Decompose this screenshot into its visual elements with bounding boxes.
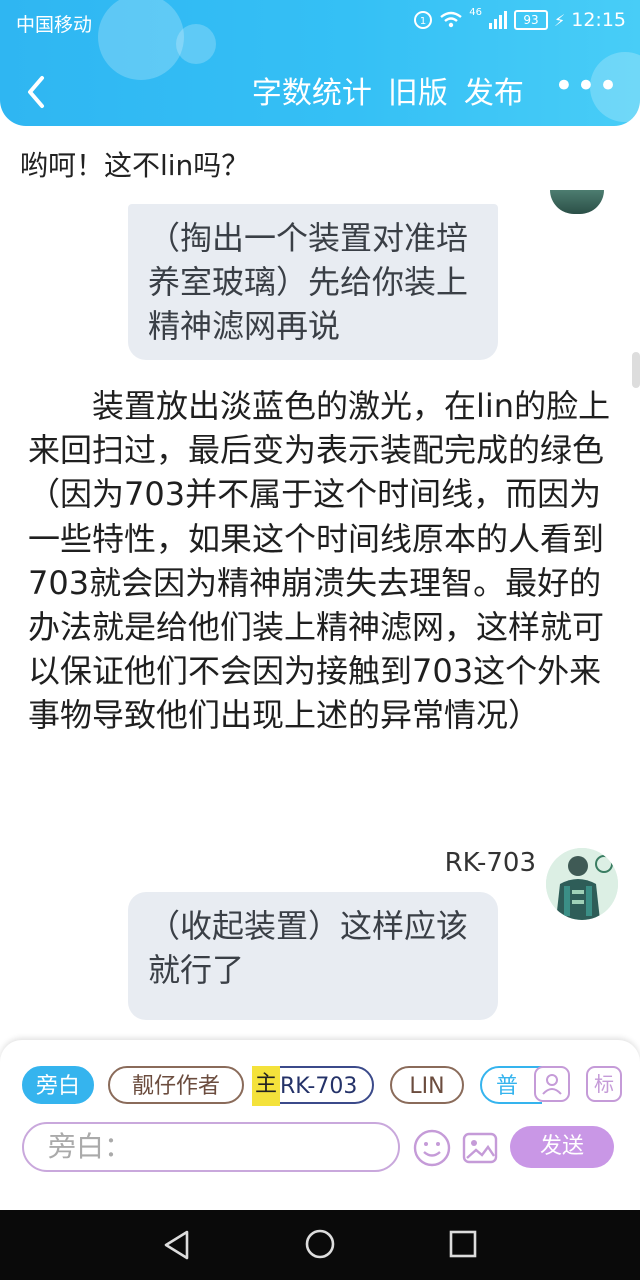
chat-line: 哟呵！这不lin吗？	[20, 149, 250, 182]
recent-square-icon[interactable]	[449, 1230, 477, 1258]
role-manage-button[interactable]	[534, 1066, 570, 1102]
network-type: 46	[469, 6, 482, 18]
role-chip-narration[interactable]: 旁白	[22, 1066, 94, 1104]
app-header: 中国移动 1 46 93 ⚡ 12:15 字数统计 旧版 发布 •••	[0, 0, 640, 126]
role-selector: 旁白 靓仔作者 主 RK-703 LIN 普	[22, 1066, 542, 1108]
role-chip-lin[interactable]: LIN	[390, 1066, 464, 1104]
narration-text: 装置放出淡蓝色的激光，在lin的脸上来回扫过，最后变为表示装配完成的绿色（因为7…	[28, 387, 611, 735]
emoji-icon[interactable]	[412, 1128, 452, 1168]
status-icons: 1 46 93 ⚡ 12:15	[413, 6, 626, 31]
system-navigation-bar	[0, 1210, 640, 1280]
carrier-name: 中国移动	[16, 14, 93, 36]
hd-call-icon: 1	[414, 11, 433, 29]
character-portrait	[546, 848, 618, 920]
role-chip-label: RK-703	[280, 1074, 358, 1099]
scrollbar[interactable]	[632, 352, 640, 388]
publish-button[interactable]: 发布	[464, 72, 524, 116]
message-bubble[interactable]: （收起装置）这样应该就行了	[128, 892, 498, 1020]
speaker-name: RK-703	[444, 848, 536, 878]
signal-icon	[489, 11, 507, 29]
battery-indicator: 93	[514, 10, 548, 30]
back-arrow-icon[interactable]	[22, 72, 52, 112]
word-count-button[interactable]: 字数统计	[252, 72, 372, 116]
charging-icon: ⚡	[554, 10, 566, 30]
send-button[interactable]: 发送	[510, 1126, 614, 1168]
role-chip-author[interactable]: 靓仔作者	[108, 1066, 244, 1104]
role-chip-more[interactable]: 普	[480, 1066, 542, 1104]
status-bar: 中国移动 1 46 93 ⚡ 12:15	[0, 0, 640, 44]
image-icon[interactable]	[462, 1130, 498, 1166]
home-circle-icon[interactable]	[303, 1227, 337, 1261]
main-role-marker: 主	[252, 1066, 280, 1106]
clock: 12:15	[571, 9, 626, 31]
back-triangle-icon[interactable]	[160, 1228, 194, 1262]
avatar[interactable]	[546, 848, 618, 920]
person-icon	[542, 1074, 562, 1095]
more-icon[interactable]: •••	[554, 69, 620, 103]
svg-text:1: 1	[420, 16, 426, 27]
avatar[interactable]	[550, 190, 604, 214]
wifi-icon	[440, 11, 463, 28]
message-bubble[interactable]: （掏出一个装置对准培养室玻璃）先给你装上精神滤网再说	[128, 204, 498, 360]
role-chip-rk703[interactable]: 主 RK-703	[252, 1066, 374, 1106]
header-actions: 字数统计 旧版 发布 •••	[252, 69, 620, 116]
old-version-button[interactable]: 旧版	[388, 72, 448, 116]
tag-button[interactable]: 标	[586, 1066, 622, 1102]
message-input[interactable]: 旁白：	[22, 1122, 400, 1172]
